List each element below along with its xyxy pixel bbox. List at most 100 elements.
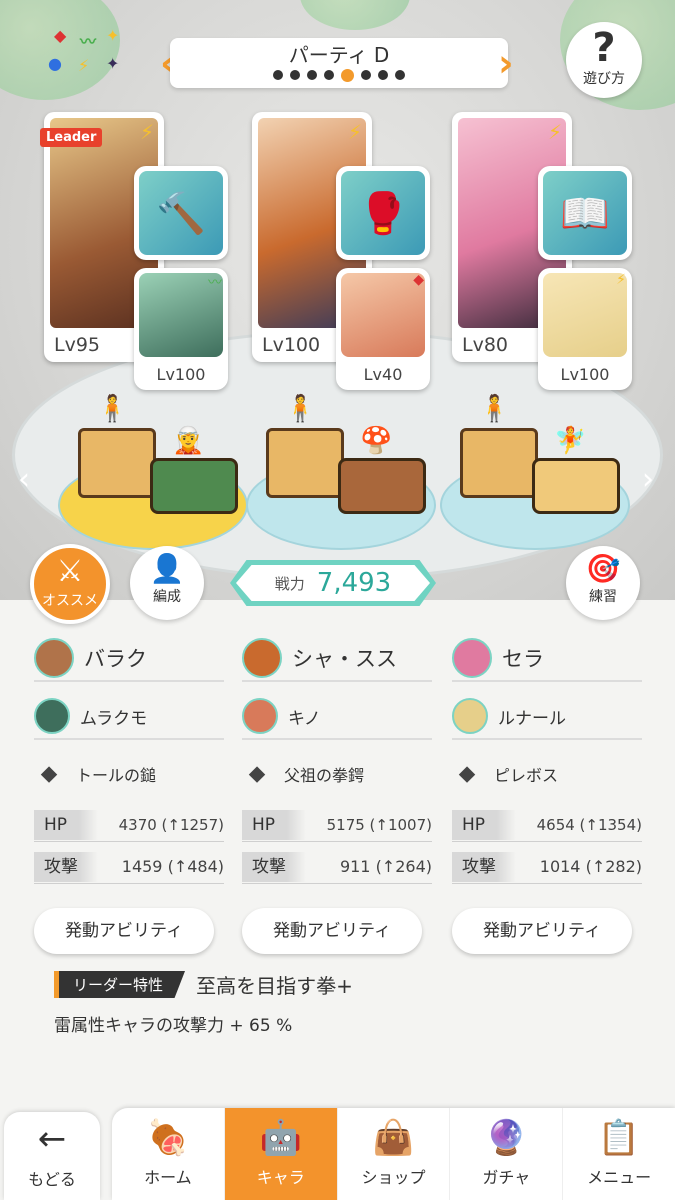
tab-home[interactable]: 🍖 ホーム	[112, 1108, 225, 1200]
hp-stat: HP 5175 (↑1007)	[242, 808, 432, 842]
page-dot-active[interactable]	[341, 69, 354, 82]
attack-label: 攻撃	[242, 851, 306, 882]
page-dot[interactable]	[307, 70, 317, 80]
page-dot[interactable]	[324, 70, 334, 80]
leader-skill-desc: 雷属性キャラの攻撃力 + 65 %	[54, 1016, 293, 1036]
formation-label: 編成	[153, 589, 181, 605]
avatar	[452, 638, 492, 678]
sub-chara-row[interactable]: キノ	[242, 694, 432, 740]
party-name: パーティ D	[288, 43, 390, 67]
scroll-left-icon[interactable]: ‹	[18, 462, 30, 497]
leader-skill-tag: リーダー特性	[54, 971, 186, 998]
hp-stat: HP 4370 (↑1257)	[34, 808, 224, 842]
thunder-attribute-icon: ⚡	[547, 120, 562, 144]
hp-label: HP	[452, 809, 516, 840]
sub-level: Lv40	[363, 365, 403, 384]
weapon-row[interactable]: ⬥ 父祖の拳鍔	[242, 752, 432, 796]
sub-card-2[interactable]: ◆ Lv40	[336, 268, 430, 390]
thunder-attribute-icon: ⚡	[347, 120, 362, 144]
thunder-attribute-icon: ⚡	[616, 272, 626, 288]
question-icon: ?	[592, 25, 616, 71]
ability-button[interactable]: 発動アビリティ	[242, 908, 422, 954]
attack-stat: 攻撃 1014 (↑282)	[452, 850, 642, 884]
weapon-row[interactable]: ⬥ トールの鎚	[34, 752, 224, 796]
party-selector: パーティ D	[170, 38, 508, 88]
tab-label: ホーム	[144, 1168, 192, 1187]
main-chara-row[interactable]: セラ	[452, 636, 642, 682]
page-dot[interactable]	[361, 70, 371, 80]
ability-button[interactable]: 発動アビリティ	[34, 908, 214, 954]
chara-icon: 🤖	[259, 1118, 302, 1158]
light-attribute-icon: ✦	[106, 26, 120, 45]
chara-name: キノ	[288, 708, 321, 729]
shop-icon: 👜	[372, 1118, 415, 1158]
pedestal-3: 🧍 🧚	[440, 394, 630, 550]
next-party-arrow[interactable]: ›	[498, 44, 518, 84]
pixel-sprite-icon: 🧝	[172, 426, 205, 456]
weapon-icon: ⬥	[458, 759, 476, 787]
page-dot[interactable]	[273, 70, 283, 80]
weapon-name: 父祖の拳鍔	[284, 766, 365, 785]
practice-button[interactable]: 🎯 練習	[566, 546, 640, 620]
attack-label: 攻撃	[34, 851, 98, 882]
pedestal-block	[266, 428, 344, 498]
attack-value: 911 (↑264)	[339, 857, 432, 876]
sub-chara-row[interactable]: ムラクモ	[34, 694, 224, 740]
member-level: Lv100	[262, 334, 321, 356]
practice-label: 練習	[589, 589, 617, 605]
page-dot[interactable]	[290, 70, 300, 80]
scroll-right-icon[interactable]: ›	[642, 462, 654, 497]
avatar	[34, 638, 74, 678]
book-icon: 📖	[543, 171, 627, 255]
tab-menu[interactable]: 📋 メニュー	[563, 1108, 675, 1200]
tab-shop[interactable]: 👜 ショップ	[338, 1108, 451, 1200]
leader-skill: リーダー特性 至高を目指す拳+ 雷属性キャラの攻撃力 + 65 %	[54, 970, 634, 1036]
tab-label: メニュー	[587, 1168, 652, 1187]
nav-tabs: 🍖 ホーム 🤖 キャラ 👜 ショップ 🔮 ガチャ 📋 メニュー	[112, 1108, 675, 1200]
weapon-row[interactable]: ⬥ ピレボス	[452, 752, 642, 796]
back-label: もどる	[28, 1170, 76, 1189]
weapon-card-1[interactable]: 🔨	[134, 166, 228, 260]
help-button[interactable]: ? 遊び方	[566, 22, 642, 98]
hammer-icon: 🔨	[139, 171, 223, 255]
avatar	[34, 698, 70, 734]
attack-stat: 攻撃 1459 (↑484)	[34, 850, 224, 884]
chara-name: シャ・スス	[292, 647, 397, 671]
main-chara-row[interactable]: バラク	[34, 636, 224, 682]
tab-chara[interactable]: 🤖 キャラ	[224, 1108, 338, 1200]
page-dot[interactable]	[395, 70, 405, 80]
member-stats-1: バラク ムラクモ ⬥ トールの鎚 HP 4370 (↑1257) 攻撃 1459…	[34, 636, 224, 954]
back-arrow-icon: ←	[37, 1119, 67, 1159]
weapon-card-3[interactable]: 📖	[538, 166, 632, 260]
help-label: 遊び方	[583, 71, 625, 87]
recommend-label: オススメ	[42, 593, 98, 609]
power-value: 7,493	[316, 568, 392, 598]
ability-button[interactable]: 発動アビリティ	[452, 908, 632, 954]
sub-portrait	[543, 273, 627, 357]
hp-value: 5175 (↑1007)	[326, 815, 432, 834]
tab-gacha[interactable]: 🔮 ガチャ	[450, 1108, 564, 1200]
attribute-filter[interactable]: ◆ 〰 ✦ ● ⚡ ✦	[44, 26, 134, 82]
sub-card-3[interactable]: ⚡ Lv100	[538, 268, 632, 390]
main-chara-row[interactable]: シャ・スス	[242, 636, 432, 682]
power-label: 戦力	[274, 574, 305, 593]
page-dot[interactable]	[378, 70, 388, 80]
hp-stat: HP 4654 (↑1354)	[452, 808, 642, 842]
mushroom-sprite-icon: 🍄	[360, 426, 393, 456]
back-button[interactable]: ← もどる	[4, 1112, 100, 1200]
avatar	[452, 698, 488, 734]
sub-level: Lv100	[560, 365, 610, 384]
thunder-attribute-icon: ⚡	[139, 120, 154, 144]
attack-stat: 攻撃 911 (↑264)	[242, 850, 432, 884]
tab-label: キャラ	[256, 1168, 305, 1187]
recommend-button[interactable]: ⚔ オススメ	[30, 544, 110, 624]
weapon-card-2[interactable]: 🥊	[336, 166, 430, 260]
sub-chara-row[interactable]: ルナール	[452, 694, 642, 740]
hp-value: 4370 (↑1257)	[118, 815, 224, 834]
tab-label: ガチャ	[482, 1168, 531, 1187]
formation-button[interactable]: 👤 編成	[130, 546, 204, 620]
sub-card-1[interactable]: 〰 Lv100	[134, 268, 228, 390]
leader-badge: Leader	[40, 128, 103, 147]
pixel-sprite-icon: 🧍	[478, 394, 511, 424]
avatar	[242, 638, 282, 678]
